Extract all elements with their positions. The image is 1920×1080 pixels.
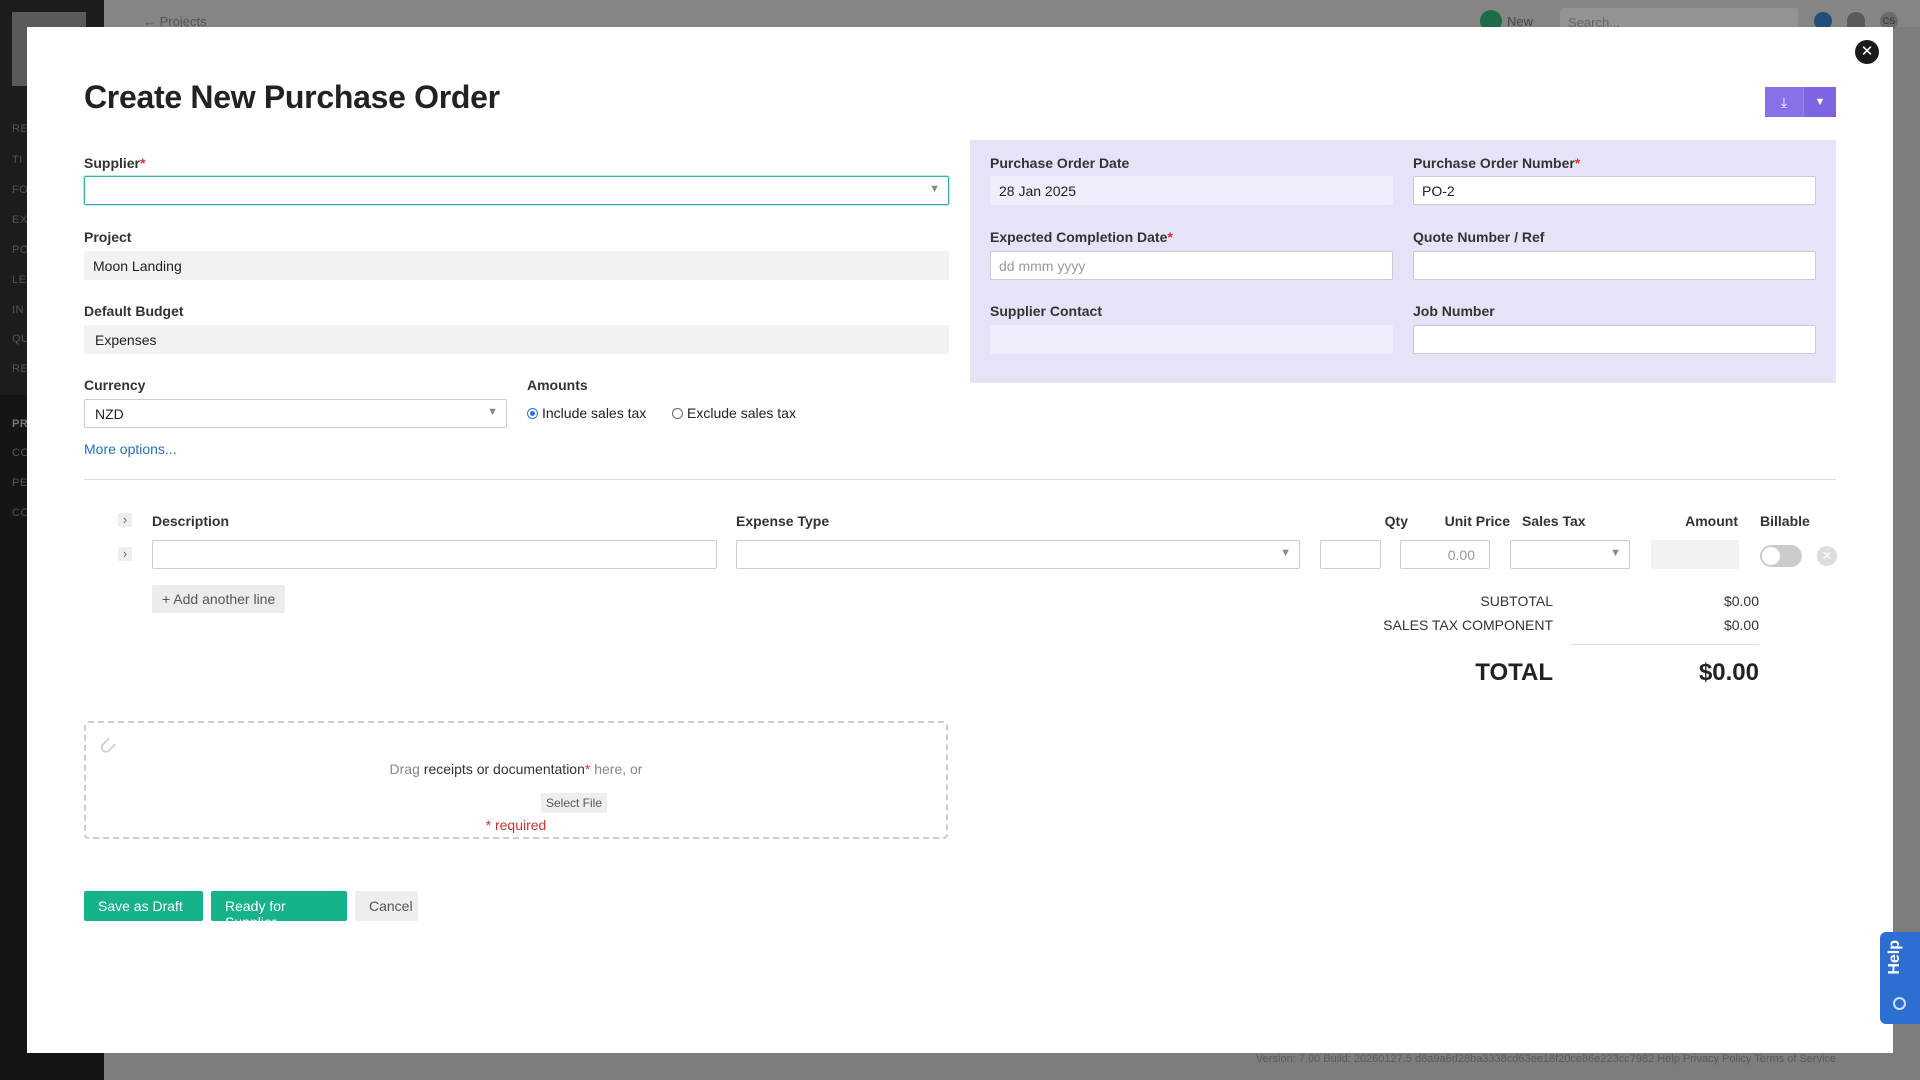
sidebar-item[interactable]: IN — [12, 304, 24, 316]
radio-icon[interactable] — [672, 408, 683, 419]
close-icon[interactable]: ✕ — [1855, 40, 1879, 64]
exclude-tax-option[interactable]: Exclude sales tax — [672, 405, 796, 421]
line-description-input[interactable] — [152, 540, 717, 569]
billable-header: Billable — [1760, 513, 1810, 529]
select-file-button[interactable]: Select File — [541, 793, 608, 813]
total-value: $0.00 — [1698, 659, 1759, 686]
sidebar-item[interactable]: RE — [12, 123, 28, 135]
help-tab[interactable]: Help — [1880, 932, 1920, 1024]
project-label: Project — [84, 229, 132, 245]
sidebar-section-heading: PR — [12, 418, 29, 430]
project-field: Moon Landing — [84, 251, 949, 280]
default-budget-field: Expenses — [84, 325, 949, 354]
cancel-button[interactable]: Cancel — [355, 891, 418, 921]
sidebar-item[interactable]: EX — [12, 214, 28, 226]
lifebuoy-icon — [1893, 997, 1906, 1010]
file-dropzone[interactable]: ⊂ Drag receipts or documentation* here, … — [84, 721, 948, 839]
completion-date-input[interactable]: dd mmm yyyy — [990, 251, 1393, 280]
more-options-link[interactable]: More options... — [84, 441, 177, 457]
radio-selected-icon[interactable] — [527, 408, 538, 419]
include-tax-option[interactable]: Include sales tax — [527, 405, 646, 421]
default-budget-label: Default Budget — [84, 303, 184, 319]
sidebar-item[interactable]: FO — [12, 184, 28, 196]
job-number-label: Job Number — [1413, 303, 1495, 319]
chevron-down-icon: ▼ — [1610, 547, 1621, 559]
sidebar-item[interactable]: RE — [12, 363, 28, 375]
supplier-label: Supplier* — [84, 155, 146, 171]
line-unit-price-input[interactable]: 0.00 — [1400, 540, 1490, 569]
quote-number-input[interactable] — [1413, 251, 1816, 280]
sidebar-item[interactable]: LE — [12, 274, 26, 286]
download-icon[interactable]: ⤓ — [1765, 87, 1803, 117]
chevron-down-icon: ▼ — [929, 183, 940, 195]
create-purchase-order-modal: Create New Purchase Order ⤓ ▼ Supplier* … — [27, 27, 1893, 1053]
po-number-label: Purchase Order Number* — [1413, 155, 1581, 171]
amounts-label: Amounts — [527, 377, 588, 393]
help-label: Help — [1886, 940, 1903, 975]
sales-tax-component-label: SALES TAX COMPONENT — [1383, 617, 1553, 633]
chevron-down-icon: ▼ — [1280, 547, 1291, 559]
ready-for-supplier-button[interactable]: Ready for Supplier — [211, 891, 347, 930]
billable-toggle[interactable] — [1760, 545, 1802, 567]
qty-header: Qty — [1384, 513, 1408, 529]
line-amount-field — [1651, 540, 1739, 569]
line-qty-input[interactable] — [1320, 540, 1381, 569]
sidebar-item[interactable]: PE — [12, 477, 28, 489]
expense-type-header: Expense Type — [736, 513, 830, 529]
sales-tax-component-value: $0.00 — [1723, 617, 1759, 633]
save-as-draft-button[interactable]: Save as Draft — [84, 891, 203, 921]
export-button-group: ⤓ ▼ — [1765, 87, 1836, 117]
chevron-right-icon[interactable]: › — [118, 547, 132, 561]
completion-date-label: Expected Completion Date* — [990, 229, 1173, 245]
app-footer: Version: 7.00 Build: 20260127.5 d8a9a6d2… — [1256, 1053, 1837, 1065]
sidebar-item[interactable]: TI — [12, 154, 23, 166]
po-date-label: Purchase Order Date — [990, 155, 1130, 171]
total-label: TOTAL — [1475, 659, 1553, 686]
sales-tax-header: Sales Tax — [1522, 513, 1586, 529]
add-line-button[interactable]: + Add another line — [152, 585, 286, 613]
chevron-right-icon[interactable]: › — [118, 513, 132, 527]
dropzone-instructions: Drag receipts or documentation* here, or — [389, 761, 643, 777]
po-date-field[interactable]: 28 Jan 2025 — [990, 176, 1393, 205]
totals-divider — [1571, 644, 1759, 645]
paperclip-icon: ⊂ — [91, 730, 123, 762]
chevron-down-icon[interactable]: ▼ — [1803, 87, 1836, 117]
unit-price-header: Unit Price — [1444, 513, 1510, 529]
remove-line-icon[interactable]: ✕ — [1817, 546, 1837, 566]
required-note: * required — [485, 817, 547, 833]
quote-number-label: Quote Number / Ref — [1413, 229, 1545, 245]
supplier-contact-field[interactable] — [990, 325, 1393, 354]
chevron-down-icon: ▼ — [487, 406, 498, 418]
subtotal-label: SUBTOTAL — [1480, 593, 1553, 609]
po-number-input[interactable]: PO-2 — [1413, 176, 1816, 205]
amount-header: Amount — [1685, 513, 1738, 529]
job-number-input[interactable] — [1413, 325, 1816, 354]
supplier-contact-label: Supplier Contact — [990, 303, 1103, 319]
description-header: Description — [152, 513, 230, 529]
subtotal-value: $0.00 — [1723, 593, 1759, 609]
modal-title: Create New Purchase Order — [84, 79, 500, 115]
section-divider — [84, 479, 1836, 480]
currency-label: Currency — [84, 377, 146, 393]
